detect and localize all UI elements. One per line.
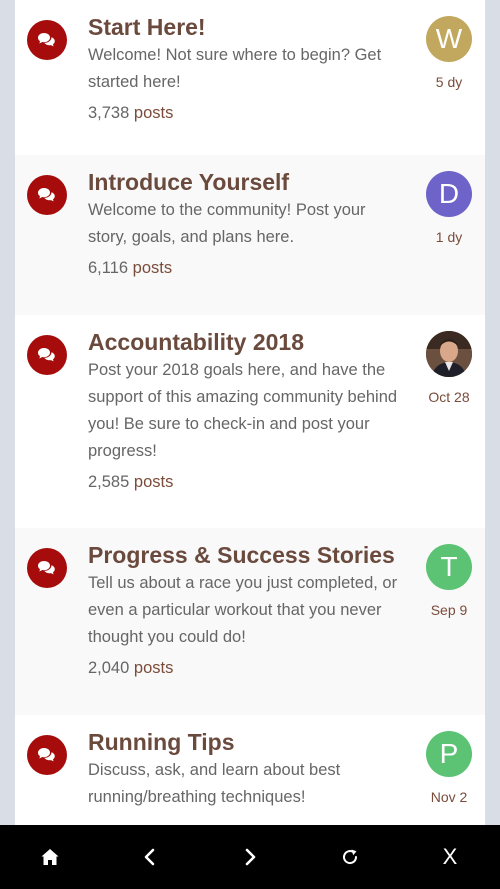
last-active: 1 dy bbox=[435, 229, 463, 245]
person-photo-icon bbox=[426, 331, 472, 377]
avatar[interactable]: T bbox=[426, 544, 472, 590]
avatar-letter: D bbox=[438, 178, 460, 209]
last-active: Oct 28 bbox=[428, 389, 470, 405]
forum-row-start-here[interactable]: Start Here! Welcome! Not sure where to b… bbox=[15, 0, 485, 155]
forum-description: Welcome to the community! Post your stor… bbox=[88, 201, 366, 246]
forward-button[interactable] bbox=[220, 827, 280, 887]
post-stats: 2,585 posts bbox=[88, 469, 408, 496]
forum-row-accountability-2018[interactable]: Accountability 2018 Post your 2018 goals… bbox=[15, 315, 485, 528]
post-stats: 3,738 posts bbox=[88, 100, 408, 127]
reload-button[interactable] bbox=[320, 827, 380, 887]
avatar-letter: W bbox=[435, 23, 463, 54]
avatar-photo[interactable] bbox=[426, 331, 472, 377]
last-active: 5 dy bbox=[435, 74, 463, 90]
reload-icon bbox=[343, 849, 358, 865]
post-count: 2,585 bbox=[88, 473, 130, 491]
chat-bubbles-icon bbox=[27, 335, 67, 375]
forum-title[interactable]: Running Tips bbox=[88, 727, 408, 757]
avatar[interactable]: W bbox=[426, 16, 472, 62]
forum-title[interactable]: Start Here! bbox=[88, 12, 408, 42]
post-count: 6,116 bbox=[88, 259, 129, 277]
avatar-letter: P bbox=[439, 738, 459, 769]
home-icon bbox=[41, 849, 59, 865]
post-count: 3,738 bbox=[88, 104, 130, 122]
back-button[interactable] bbox=[120, 827, 180, 887]
forum-row-introduce-yourself[interactable]: Introduce Yourself Welcome to the commun… bbox=[15, 155, 485, 315]
forum-description: Post your 2018 goals here, and have the … bbox=[88, 361, 398, 460]
forum-title[interactable]: Introduce Yourself bbox=[88, 167, 408, 197]
forum-description: Discuss, ask, and learn about best runni… bbox=[88, 761, 341, 806]
chevron-left-icon bbox=[144, 848, 155, 866]
avatar[interactable]: P bbox=[426, 731, 472, 777]
home-button[interactable] bbox=[20, 827, 80, 887]
avatar[interactable]: D bbox=[426, 171, 472, 217]
posts-label[interactable]: posts bbox=[133, 259, 172, 277]
post-stats: 2,040 posts bbox=[88, 655, 408, 682]
forum-title[interactable]: Accountability 2018 bbox=[88, 327, 408, 357]
post-count: 2,040 bbox=[88, 659, 130, 677]
close-icon: X bbox=[442, 844, 458, 869]
forum-description: Welcome! Not sure where to begin? Get st… bbox=[88, 46, 382, 91]
chat-bubbles-icon bbox=[27, 20, 67, 60]
avatar-letter: T bbox=[440, 551, 458, 582]
close-button[interactable]: X bbox=[420, 827, 480, 887]
chevron-right-icon bbox=[245, 848, 256, 866]
chat-bubbles-icon bbox=[27, 735, 67, 775]
post-stats: 6,116 posts bbox=[88, 255, 408, 282]
forum-title[interactable]: Progress & Success Stories bbox=[88, 540, 408, 570]
last-active: Sep 9 bbox=[430, 602, 468, 618]
forum-description: Tell us about a race you just completed,… bbox=[88, 574, 398, 646]
chat-bubbles-icon bbox=[27, 175, 67, 215]
posts-label[interactable]: posts bbox=[134, 104, 173, 122]
last-active: Nov 2 bbox=[430, 789, 468, 805]
app-screen: Start Here! Welcome! Not sure where to b… bbox=[0, 0, 500, 889]
posts-label[interactable]: posts bbox=[134, 659, 173, 677]
chat-bubbles-icon bbox=[27, 548, 67, 588]
forum-row-progress-success-stories[interactable]: Progress & Success Stories Tell us about… bbox=[15, 528, 485, 715]
browser-toolbar: X bbox=[0, 825, 500, 889]
posts-label[interactable]: posts bbox=[134, 473, 173, 491]
forum-row-running-tips[interactable]: Running Tips Discuss, ask, and learn abo… bbox=[15, 715, 485, 825]
forum-list: Start Here! Welcome! Not sure where to b… bbox=[15, 0, 485, 825]
